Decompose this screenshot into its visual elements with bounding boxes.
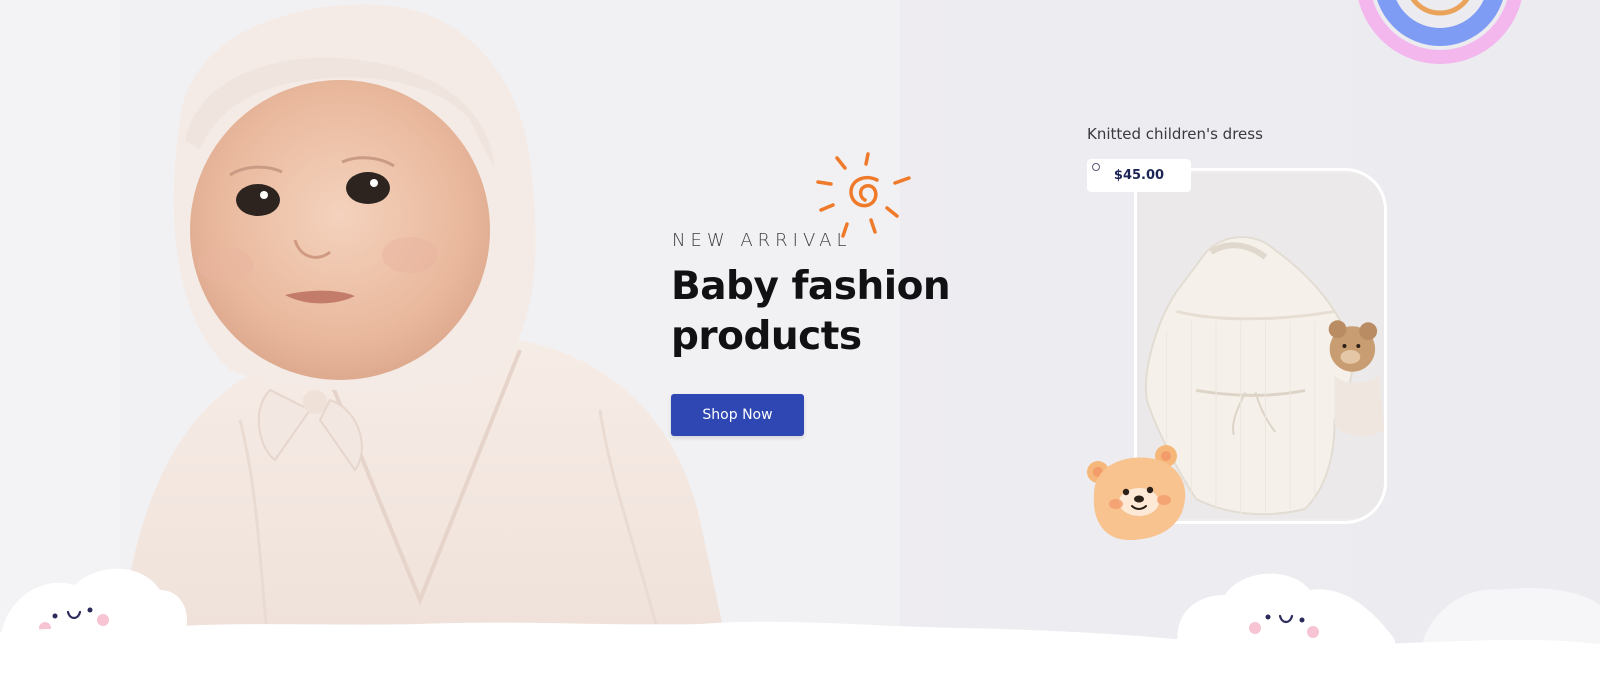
product-price: $45.00 bbox=[1113, 168, 1165, 183]
hero-section: NEW ARRIVAL Baby fashion products Shop N… bbox=[0, 0, 1600, 675]
price-tag: $45.00 bbox=[1087, 159, 1191, 192]
shop-now-button[interactable]: Shop Now bbox=[671, 394, 804, 436]
rainbow-icon bbox=[1358, 0, 1522, 64]
new-arrival-eyebrow: NEW ARRIVAL bbox=[672, 230, 852, 251]
cloud-decoration bbox=[0, 568, 1600, 675]
price-dot-icon bbox=[1092, 163, 1100, 171]
hero-headline: Baby fashion products bbox=[671, 264, 951, 359]
bear-icon bbox=[1087, 445, 1186, 540]
product-name[interactable]: Knitted children's dress bbox=[1087, 125, 1263, 143]
